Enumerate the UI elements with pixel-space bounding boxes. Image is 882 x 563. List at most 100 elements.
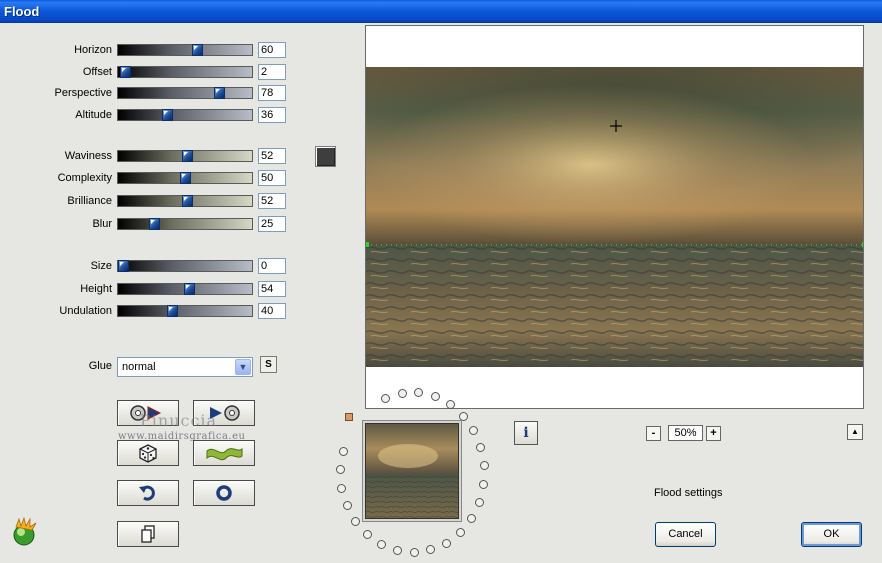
offset-value[interactable]: 2 xyxy=(258,64,286,80)
slider-thumb[interactable] xyxy=(167,305,178,317)
height-value[interactable]: 54 xyxy=(258,281,286,297)
ring-dot[interactable] xyxy=(339,447,348,456)
slider-thumb[interactable] xyxy=(120,66,131,78)
slider-thumb[interactable] xyxy=(184,283,195,295)
window-title: Flood xyxy=(4,4,40,19)
horizon-value[interactable]: 60 xyxy=(258,42,286,58)
ring-dot[interactable] xyxy=(377,540,386,549)
size-label: Size xyxy=(90,260,112,272)
ring-dot[interactable] xyxy=(398,389,407,398)
perspective-value[interactable]: 78 xyxy=(258,85,286,101)
offset-label: Offset xyxy=(82,66,112,78)
ring-dot[interactable] xyxy=(467,514,476,523)
complexity-label: Complexity xyxy=(57,172,112,184)
pages-icon xyxy=(141,525,155,543)
slider-thumb[interactable] xyxy=(192,44,203,56)
offset-slider[interactable] xyxy=(117,66,253,78)
perspective-slider[interactable] xyxy=(117,87,253,99)
wave-icon xyxy=(206,447,243,461)
slider-thumb[interactable] xyxy=(180,172,191,184)
ring-dot[interactable] xyxy=(475,498,484,507)
ring-dot[interactable] xyxy=(442,539,451,548)
ring-dot[interactable] xyxy=(459,412,468,421)
horizon-slider[interactable] xyxy=(117,44,253,56)
ring-dot[interactable] xyxy=(431,392,440,401)
altitude-slider[interactable] xyxy=(117,109,253,121)
expand-button[interactable]: ▲ xyxy=(847,424,863,440)
waviness-value[interactable]: 52 xyxy=(258,148,286,164)
glue-reset-button[interactable]: S xyxy=(260,356,277,373)
height-label: Height xyxy=(80,283,112,295)
color-swatch[interactable] xyxy=(315,146,336,167)
zoom-in-button[interactable]: + xyxy=(706,426,721,441)
reset-button[interactable] xyxy=(193,480,255,506)
blur-value[interactable]: 25 xyxy=(258,216,286,232)
slider-thumb[interactable] xyxy=(214,87,225,99)
zoom-level: 50% xyxy=(668,425,703,441)
slider-thumb[interactable] xyxy=(149,218,160,230)
ring-start-marker[interactable] xyxy=(345,413,353,421)
horizon-label: Horizon xyxy=(74,44,112,56)
preview-image xyxy=(366,26,863,408)
ring-dot[interactable] xyxy=(480,461,489,470)
cancel-button[interactable]: Cancel xyxy=(655,522,716,547)
ring-dot[interactable] xyxy=(426,545,435,554)
wave-button[interactable] xyxy=(193,440,255,466)
brilliance-value[interactable]: 52 xyxy=(258,193,286,209)
title-bar: Flood xyxy=(0,0,882,23)
brilliance-slider[interactable] xyxy=(117,195,253,207)
slider-thumb[interactable] xyxy=(182,150,193,162)
slider-thumb[interactable] xyxy=(182,195,193,207)
thumbnail-image xyxy=(366,424,458,518)
copy-button[interactable] xyxy=(117,521,179,547)
glue-value: normal xyxy=(122,361,156,373)
ok-button[interactable]: OK xyxy=(801,522,862,547)
ring-icon xyxy=(216,485,232,501)
ring-dot[interactable] xyxy=(337,484,346,493)
blur-label: Blur xyxy=(92,218,112,230)
ring-dot[interactable] xyxy=(381,394,390,403)
ring-dot[interactable] xyxy=(446,400,455,409)
ring-dot[interactable] xyxy=(479,480,488,489)
ring-dot[interactable] xyxy=(363,530,372,539)
preview-canvas[interactable] xyxy=(365,25,864,409)
undo-button[interactable] xyxy=(117,480,179,506)
navigator-thumbnail[interactable] xyxy=(365,423,459,519)
ring-dot[interactable] xyxy=(393,546,402,555)
chevron-down-icon[interactable]: ▼ xyxy=(235,359,251,375)
perspective-label: Perspective xyxy=(54,87,112,99)
undo-arrow-icon xyxy=(139,485,155,501)
dice-icon xyxy=(139,444,157,463)
randomize-button[interactable] xyxy=(117,440,179,466)
size-value[interactable]: 0 xyxy=(258,258,286,274)
ring-dot[interactable] xyxy=(410,548,419,557)
ring-dot[interactable] xyxy=(414,388,423,397)
undulation-value[interactable]: 40 xyxy=(258,303,286,319)
watermark-name: Pinuccia xyxy=(140,411,218,430)
size-slider[interactable] xyxy=(117,260,253,272)
undulation-label: Undulation xyxy=(59,305,112,317)
height-slider[interactable] xyxy=(117,283,253,295)
altitude-label: Altitude xyxy=(75,109,112,121)
glue-select[interactable]: normal ▼ xyxy=(117,357,253,377)
ring-dot[interactable] xyxy=(351,517,360,526)
ring-dot[interactable] xyxy=(456,528,465,537)
ring-dot[interactable] xyxy=(343,501,352,510)
chevron-up-icon: ▲ xyxy=(851,427,859,436)
altitude-value[interactable]: 36 xyxy=(258,107,286,123)
waviness-slider[interactable] xyxy=(117,150,253,162)
complexity-slider[interactable] xyxy=(117,172,253,184)
ring-dot[interactable] xyxy=(336,465,345,474)
slider-thumb[interactable] xyxy=(118,260,129,272)
slider-thumb[interactable] xyxy=(162,109,173,121)
undulation-slider[interactable] xyxy=(117,305,253,317)
zoom-out-button[interactable]: - xyxy=(646,426,661,441)
glue-label: Glue xyxy=(88,360,112,372)
app-logo-icon xyxy=(10,516,40,547)
ring-dot[interactable] xyxy=(469,426,478,435)
status-text: Flood settings xyxy=(654,487,723,499)
info-button[interactable]: i xyxy=(514,421,538,445)
blur-slider[interactable] xyxy=(117,218,253,230)
complexity-value[interactable]: 50 xyxy=(258,170,286,186)
ring-dot[interactable] xyxy=(476,443,485,452)
